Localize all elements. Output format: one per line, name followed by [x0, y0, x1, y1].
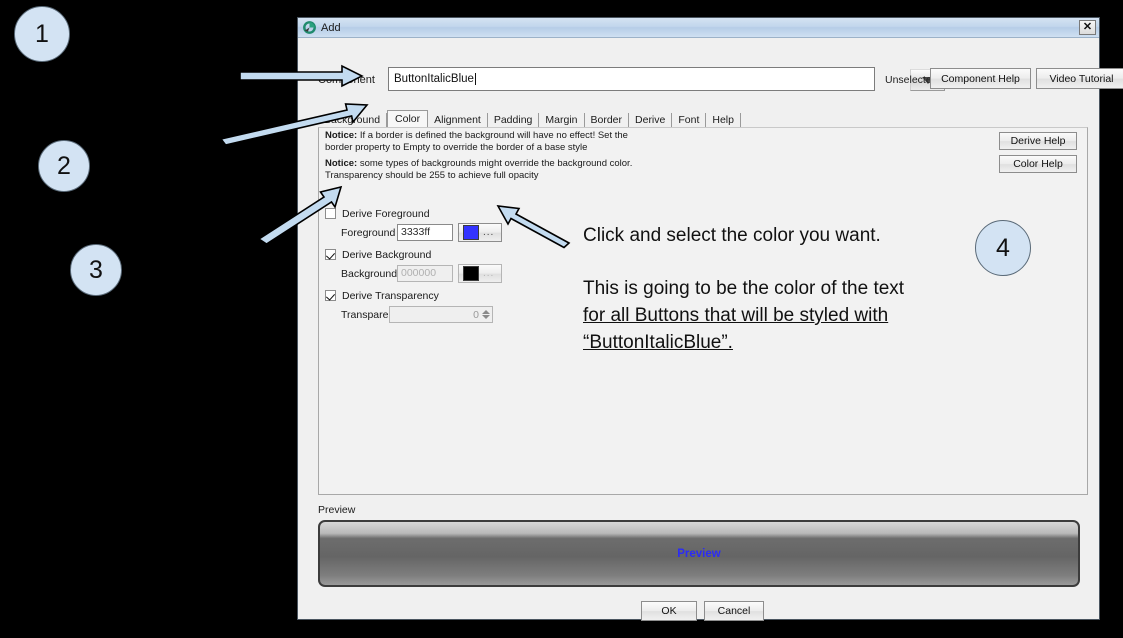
notice-border-prefix: Notice:: [325, 130, 358, 141]
notice-transparency: Notice: some types of backgrounds might …: [325, 158, 655, 182]
notice-border-text: If a border is defined the background wi…: [325, 130, 628, 153]
tab-alignment[interactable]: Alignment: [428, 113, 488, 128]
tab-help[interactable]: Help: [706, 113, 741, 128]
transparency-value: 0: [473, 308, 479, 321]
video-tutorial-button[interactable]: Video Tutorial: [1036, 68, 1123, 89]
derive-background-row[interactable]: Derive Background: [325, 245, 525, 264]
background-row: Background 000000 ...: [325, 264, 525, 286]
cancel-button[interactable]: Cancel: [704, 601, 764, 621]
stepper-arrows-icon: [482, 310, 490, 319]
close-icon[interactable]: ✕: [1079, 20, 1096, 35]
text-caret: [474, 73, 476, 85]
transparency-row: Transparency 0: [325, 305, 525, 327]
dialog-title: Add: [321, 21, 341, 34]
component-input[interactable]: ButtonItalicBlue: [389, 73, 474, 85]
annotation-line-3: for all Buttons that will be styled with: [583, 305, 889, 326]
background-input: 000000: [397, 265, 453, 282]
dialog-titlebar: Add ✕: [298, 18, 1099, 38]
tab-derive[interactable]: Derive: [629, 113, 673, 128]
notice-transparency-text: some types of backgrounds might override…: [325, 158, 633, 181]
annotation-line-4: “ButtonItalicBlue”.: [583, 332, 733, 353]
derive-background-label: Derive Background: [342, 248, 432, 261]
tab-strip: Background Color Alignment Padding Margi…: [318, 110, 741, 129]
callout-3: 3: [70, 244, 122, 296]
transparency-stepper: 0: [389, 306, 493, 323]
app-icon: [303, 21, 316, 34]
annotation-explanation: This is going to be the color of the tex…: [583, 275, 1013, 356]
derive-transparency-row[interactable]: Derive Transparency: [325, 286, 525, 305]
color-form: Derive Foreground Foreground 3333ff ... …: [325, 204, 525, 327]
callout-4: 4: [975, 220, 1031, 276]
tab-padding[interactable]: Padding: [488, 113, 540, 128]
preview-button[interactable]: Preview: [318, 520, 1080, 587]
derive-background-checkbox[interactable]: [325, 249, 336, 260]
background-color-picker-button: ...: [458, 264, 502, 283]
notice-border: Notice: If a border is defined the backg…: [325, 130, 655, 154]
preview-button-text: Preview: [677, 547, 721, 560]
callout-1: 1: [14, 6, 70, 62]
annotation-click-select: Click and select the color you want.: [583, 225, 881, 246]
tab-background[interactable]: Background: [318, 113, 388, 128]
color-help-button[interactable]: Color Help: [999, 155, 1077, 173]
background-ellipsis: ...: [483, 268, 495, 279]
ok-button[interactable]: OK: [641, 601, 697, 621]
background-color-swatch: [463, 266, 479, 281]
notice-transparency-prefix: Notice:: [325, 158, 358, 169]
callout-2: 2: [38, 140, 90, 192]
derive-foreground-checkbox[interactable]: [325, 208, 336, 219]
preview-label: Preview: [318, 504, 356, 516]
foreground-ellipsis: ...: [483, 227, 495, 238]
component-combobox[interactable]: ButtonItalicBlue: [388, 67, 945, 91]
derive-foreground-row[interactable]: Derive Foreground: [325, 204, 525, 223]
derive-foreground-label: Derive Foreground: [342, 207, 430, 220]
foreground-color-picker-button[interactable]: ...: [458, 223, 502, 242]
foreground-input[interactable]: 3333ff: [397, 224, 453, 241]
foreground-row: Foreground 3333ff ...: [325, 223, 525, 245]
annotation-line-2: This is going to be the color of the tex…: [583, 278, 905, 299]
foreground-label: Foreground: [341, 227, 396, 239]
tab-font[interactable]: Font: [672, 113, 707, 128]
component-row: Component ButtonItalicBlue Unselected Co…: [318, 67, 1123, 93]
derive-transparency-checkbox[interactable]: [325, 290, 336, 301]
screenshot-stage: Add ✕ Component ButtonItalicBlue Unselec…: [0, 0, 1123, 638]
tab-border[interactable]: Border: [585, 113, 630, 128]
component-label: Component: [318, 74, 375, 86]
background-label: Background: [341, 268, 398, 280]
component-help-button[interactable]: Component Help: [930, 68, 1031, 89]
derive-transparency-label: Derive Transparency: [342, 289, 439, 302]
tab-margin[interactable]: Margin: [539, 113, 585, 128]
derive-help-button[interactable]: Derive Help: [999, 132, 1077, 150]
foreground-color-swatch: [463, 225, 479, 240]
